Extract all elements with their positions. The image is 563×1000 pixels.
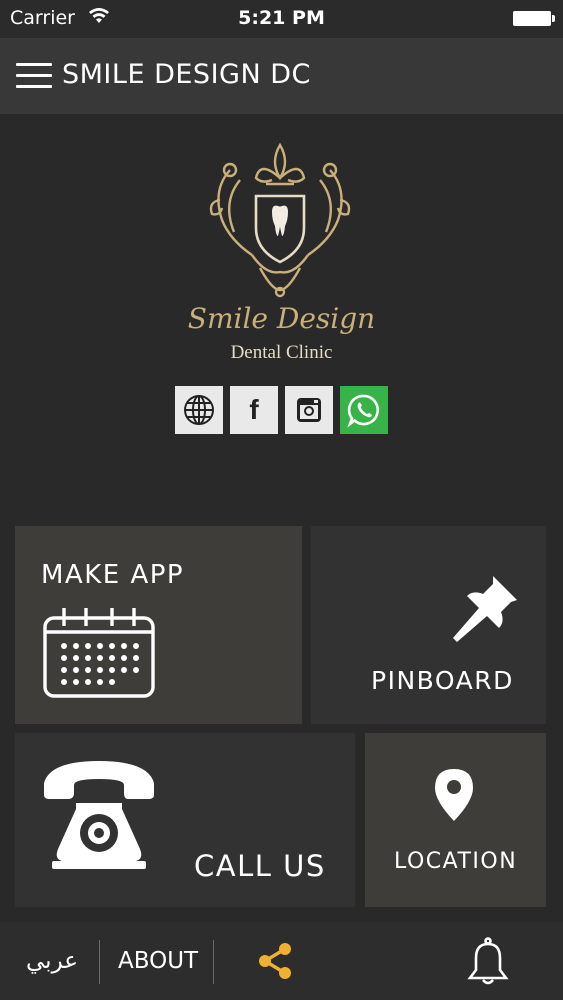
battery-icon: [513, 11, 555, 26]
location-tile[interactable]: LOCATION: [365, 733, 546, 907]
hamburger-menu-icon[interactable]: [16, 63, 52, 89]
logo-subtitle: Dental Clinic: [230, 342, 333, 363]
call-us-tile[interactable]: CALL US: [15, 733, 355, 907]
crest-emblem-icon: [209, 142, 351, 298]
call-us-label: CALL US: [194, 849, 326, 883]
instagram-icon[interactable]: [285, 386, 333, 434]
toolbar-divider: [213, 940, 214, 984]
toolbar-divider: [99, 940, 100, 984]
about-label: ABOUT: [118, 948, 199, 974]
status-bar: Carrier 5:21 PM: [0, 0, 563, 38]
facebook-letter: f: [249, 394, 259, 425]
map-pin-icon: [435, 769, 473, 821]
pinboard-label: PINBOARD: [371, 666, 514, 695]
clock: 5:21 PM: [238, 7, 325, 29]
arabic-label: عربي: [26, 948, 78, 974]
notifications-button[interactable]: [466, 922, 510, 1000]
share-button[interactable]: [256, 922, 294, 1000]
make-app-label: MAKE APP: [41, 560, 185, 590]
nav-bar: SMILE DESIGN DC: [0, 38, 563, 114]
location-label: LOCATION: [394, 849, 518, 874]
arabic-language-button[interactable]: عربي: [26, 922, 78, 1000]
bell-icon: [467, 937, 509, 985]
pinboard-tile[interactable]: PINBOARD: [311, 526, 546, 724]
make-appointment-tile[interactable]: MAKE APP: [15, 526, 302, 724]
pushpin-icon: [453, 576, 517, 642]
bottom-toolbar: عربي ABOUT: [0, 922, 563, 1000]
telephone-icon: [44, 761, 154, 869]
website-globe-icon[interactable]: [175, 386, 223, 434]
share-icon: [259, 943, 291, 979]
calendar-icon: [43, 608, 155, 698]
clinic-logo: Smile Design Dental Clinic: [0, 130, 563, 380]
logo-script-text: Smile Design: [187, 302, 376, 335]
app-title: SMILE DESIGN DC: [62, 59, 311, 90]
whatsapp-icon[interactable]: [340, 386, 388, 434]
facebook-icon[interactable]: f: [230, 386, 278, 434]
about-button[interactable]: ABOUT: [118, 922, 198, 1000]
